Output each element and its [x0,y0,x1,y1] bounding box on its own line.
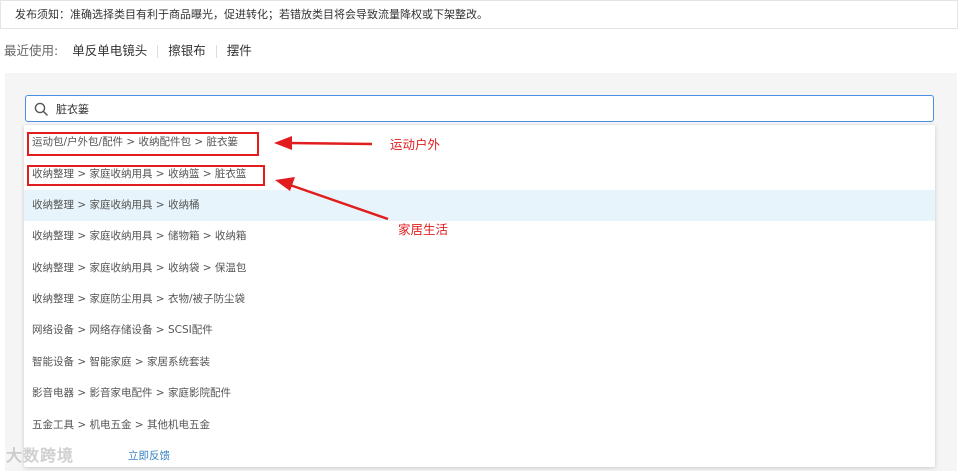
result-item[interactable]: 收纳整理 > 家庭防尘用具 > 衣物/被子防尘袋 [24,284,935,315]
divider [215,44,217,58]
search-input[interactable] [56,102,876,115]
recent-categories: 最近使用: 单反单电镜头 擦银布 摆件 [4,41,252,61]
annotation-home: 家居生活 [398,222,449,237]
result-item[interactable]: 网络设备 > 网络存储设备 > SCSI配件 [24,315,935,346]
result-item[interactable]: 收纳整理 > 家庭收纳用具 > 收纳袋 > 保温包 [24,253,935,284]
divider [157,44,159,58]
category-search-box[interactable] [25,95,934,122]
publish-notice: 发布须知：准确选择类目有利于商品曝光，促进转化；若错放类目将会导致流量降权或下架… [0,0,958,29]
recent-label: 最近使用: [4,43,59,58]
result-item-highlighted[interactable]: 收纳整理 > 家庭收纳用具 > 收纳桶 [24,190,935,221]
watermark: 大数跨境 [6,446,75,465]
result-item[interactable]: 影音电器 > 影音家电配件 > 家庭影院配件 [24,378,935,409]
result-item[interactable]: 收纳整理 > 家庭收纳用具 > 储物箱 > 收纳箱 [24,221,935,252]
recent-item-cloth[interactable]: 擦银布 [168,41,206,61]
recent-item-ornament[interactable]: 摆件 [227,41,252,61]
search-icon [34,102,48,116]
feedback-link[interactable]: 立即反馈 [128,450,170,462]
result-item[interactable]: 智能设备 > 智能家庭 > 家居系统套装 [24,347,935,378]
annotation-outdoor: 运动户外 [390,137,441,152]
result-item[interactable]: 收纳整理 > 家庭收纳用具 > 收纳篮 > 脏衣篮 [24,159,935,190]
result-item[interactable]: 运动包/户外包/配件 > 收纳配件包 > 脏衣篓 [24,127,935,158]
feedback-row: 立即反馈 [24,445,935,467]
result-item[interactable]: 五金工具 > 机电五金 > 其他机电五金 [24,410,935,441]
search-results-dropdown: 运动包/户外包/配件 > 收纳配件包 > 脏衣篓 收纳整理 > 家庭收纳用具 >… [24,125,935,467]
recent-item-lens[interactable]: 单反单电镜头 [72,41,147,61]
